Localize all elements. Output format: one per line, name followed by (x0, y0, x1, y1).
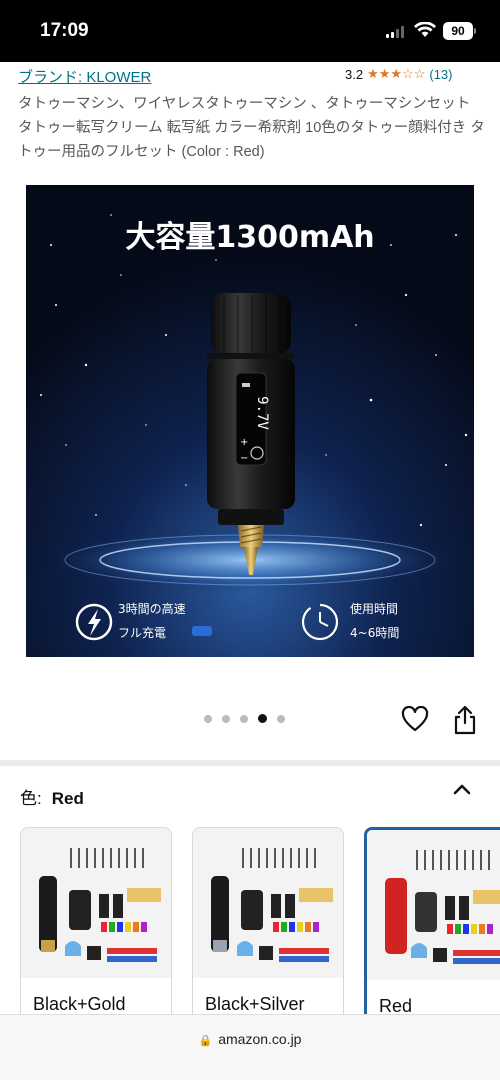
star-empty-icon: ☆ (413, 66, 426, 81)
swatch-black-silver[interactable]: Black+Silver (192, 827, 344, 1027)
product-title: タトゥーマシン、ワイヤレスタトゥーマシン 、タトゥーマシンセット タトゥー転写ク… (18, 96, 485, 160)
star-empty-icon: ☆ (402, 66, 414, 81)
rating-summary[interactable]: 3.2 ★ ★ ★ ☆ ☆ (13) (345, 66, 452, 82)
swatch-name: Black+Silver (205, 994, 305, 1014)
rating-stars: ★ ★ ★ ☆ ☆ (367, 66, 425, 82)
color-swatch-list: Black+Gold Black+Silver Red (20, 827, 500, 1027)
rating-score: 3.2 (345, 66, 364, 82)
pen-display-reading: 9.7V (254, 396, 270, 430)
carousel-dot[interactable] (240, 714, 248, 723)
color-selector-header[interactable]: 色: Red (20, 784, 84, 809)
star-full-icon: ★ (390, 66, 403, 81)
browser-url-bar[interactable]: 🔒 amazon.co.jp (0, 1014, 500, 1080)
color-selected-value: Red (51, 789, 84, 808)
carousel-dot-active[interactable] (258, 714, 267, 723)
swatch-thumbnail (21, 828, 171, 978)
swatch-thumbnail (367, 830, 500, 980)
svg-text:−: − (240, 453, 248, 464)
share-icon[interactable] (453, 705, 477, 735)
lock-icon: 🔒 (198, 1035, 213, 1047)
product-image[interactable]: 大容量1300mAh 9.7V + − 3時間の高速 フル充電 使用時間 4~6… (26, 185, 474, 657)
rating-count[interactable]: (13) (429, 67, 452, 82)
battery-tip (474, 28, 476, 34)
swatch-thumbnail (193, 828, 343, 978)
url-display[interactable]: 🔒 amazon.co.jp (0, 1031, 500, 1047)
carousel-dot[interactable] (277, 714, 285, 723)
battery-icon: 90 (443, 22, 473, 40)
feature-right-line2: 4~6時間 (350, 626, 399, 640)
signal-icon (386, 26, 404, 38)
swatch-name: Black+Gold (33, 994, 126, 1014)
usb-icon (192, 626, 212, 636)
feature-right-line1: 使用時間 (350, 601, 398, 616)
feature-left-line1: 3時間の高速 (118, 601, 186, 616)
chevron-up-icon[interactable] (452, 782, 472, 796)
star-full-icon: ★ (367, 66, 379, 81)
brand-link[interactable]: ブランド: KLOWER (18, 66, 151, 87)
svg-text:+: + (240, 437, 248, 448)
status-time: 17:09 (40, 20, 89, 41)
swatch-red[interactable]: Red (364, 827, 500, 1027)
feature-left-line2: フル充電 (118, 625, 166, 640)
heart-icon[interactable] (401, 706, 429, 732)
url-domain: amazon.co.jp (218, 1031, 302, 1047)
section-divider (0, 760, 500, 766)
status-bar: 17:09 90 (0, 0, 500, 62)
swatch-black-gold[interactable]: Black+Gold (20, 827, 172, 1027)
wifi-icon (414, 22, 436, 37)
carousel-dot[interactable] (204, 714, 212, 723)
star-full-icon: ★ (378, 66, 391, 81)
color-label: 色: (20, 789, 42, 808)
carousel-dots[interactable] (204, 714, 285, 723)
image-headline: 大容量1300mAh (125, 220, 374, 255)
carousel-dot[interactable] (222, 714, 230, 723)
